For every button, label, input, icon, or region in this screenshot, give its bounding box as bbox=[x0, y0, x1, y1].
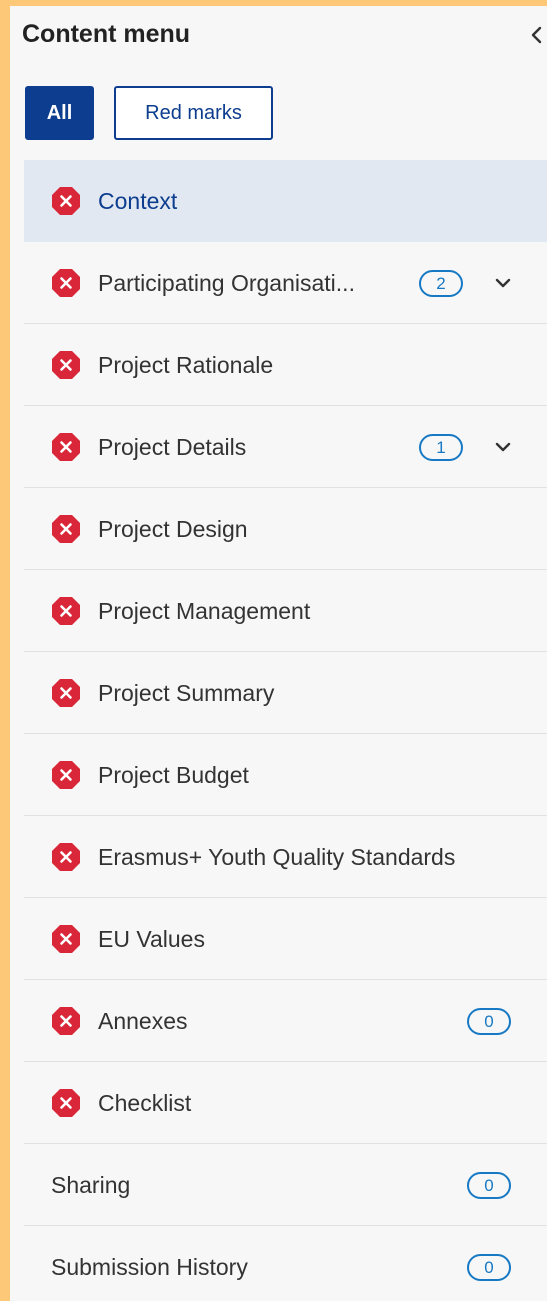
error-x-icon bbox=[52, 597, 80, 625]
menu-item-sharing[interactable]: Sharing 0 bbox=[24, 1144, 547, 1226]
menu-item-participating-organisati[interactable]: Participating Organisati... 2 bbox=[24, 242, 547, 324]
menu-item-context[interactable]: Context bbox=[24, 160, 547, 242]
count-badge: 0 bbox=[467, 1254, 511, 1281]
error-x-icon bbox=[52, 843, 80, 871]
count-badge: 0 bbox=[467, 1172, 511, 1199]
panel-title: Content menu bbox=[22, 20, 191, 48]
menu-item-project-management[interactable]: Project Management bbox=[24, 570, 547, 652]
menu-item-label: Project Management bbox=[98, 598, 311, 624]
error-x-icon bbox=[52, 1089, 80, 1117]
content-menu-panel: Content menu All Red marks Context Partic… bbox=[10, 6, 547, 1301]
menu-item-label: Project Rationale bbox=[98, 352, 274, 378]
menu-item-project-design[interactable]: Project Design bbox=[24, 488, 547, 570]
filter-red-marks-button[interactable]: Red marks bbox=[114, 86, 273, 140]
menu-item-eu-values[interactable]: EU Values bbox=[24, 898, 547, 980]
count-badge: 2 bbox=[419, 270, 463, 297]
menu-item-label: EU Values bbox=[98, 926, 205, 952]
content-menu-list: Context Participating Organisati... 2 Proje… bbox=[24, 160, 547, 1301]
menu-item-erasmus-youth-quality-standards[interactable]: Erasmus+ Youth Quality Standards bbox=[24, 816, 547, 898]
chevron-down-icon[interactable] bbox=[492, 272, 514, 294]
error-x-icon bbox=[52, 761, 80, 789]
error-x-icon bbox=[52, 1007, 80, 1035]
menu-item-project-summary[interactable]: Project Summary bbox=[24, 652, 547, 734]
menu-item-label: Project Budget bbox=[98, 762, 249, 788]
error-x-icon bbox=[52, 187, 80, 215]
count-badge: 1 bbox=[419, 434, 463, 461]
menu-item-project-details[interactable]: Project Details 1 bbox=[24, 406, 547, 488]
chevron-left-icon[interactable] bbox=[526, 24, 547, 46]
menu-item-label: Context bbox=[98, 188, 178, 214]
menu-item-label: Project Summary bbox=[98, 680, 275, 706]
error-x-icon bbox=[52, 925, 80, 953]
menu-item-label: Participating Organisati... bbox=[98, 270, 355, 296]
menu-item-label: Erasmus+ Youth Quality Standards bbox=[98, 844, 456, 870]
menu-item-label: Project Design bbox=[98, 516, 248, 542]
content-menu-header: Content menu bbox=[10, 6, 547, 66]
menu-item-annexes[interactable]: Annexes 0 bbox=[24, 980, 547, 1062]
menu-item-submission-history[interactable]: Submission History 0 bbox=[24, 1226, 547, 1301]
count-badge: 0 bbox=[467, 1008, 511, 1035]
error-x-icon bbox=[52, 679, 80, 707]
menu-item-label: Sharing bbox=[51, 1172, 131, 1198]
menu-item-label: Checklist bbox=[98, 1090, 192, 1116]
menu-item-project-rationale[interactable]: Project Rationale bbox=[24, 324, 547, 406]
menu-item-checklist[interactable]: Checklist bbox=[24, 1062, 547, 1144]
error-x-icon bbox=[52, 433, 80, 461]
filter-all-button[interactable]: All bbox=[25, 86, 94, 140]
menu-item-label: Submission History bbox=[51, 1254, 248, 1280]
error-x-icon bbox=[52, 269, 80, 297]
menu-item-label: Annexes bbox=[98, 1008, 188, 1034]
menu-item-label: Project Details bbox=[98, 434, 247, 460]
error-x-icon bbox=[52, 351, 80, 379]
chevron-down-icon[interactable] bbox=[492, 436, 514, 458]
menu-item-project-budget[interactable]: Project Budget bbox=[24, 734, 547, 816]
error-x-icon bbox=[52, 515, 80, 543]
